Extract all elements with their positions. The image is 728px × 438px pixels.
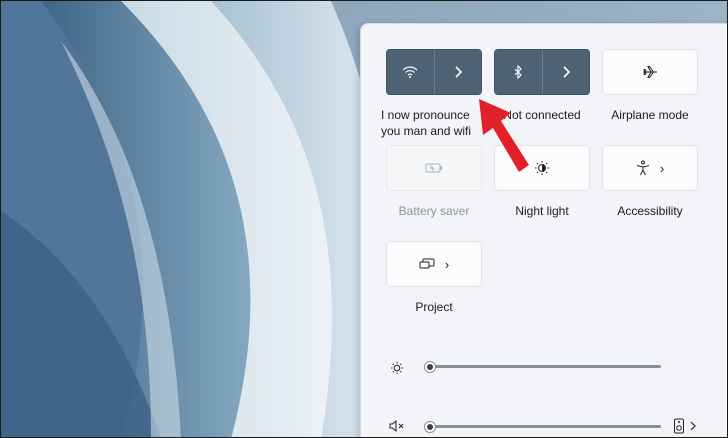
bluetooth-expand-button[interactable]	[542, 50, 589, 94]
airplane-mode-label: Airplane mode	[611, 108, 689, 122]
brightness-slider-track[interactable]	[429, 365, 661, 368]
project-icon	[419, 258, 435, 269]
volume-slider-thumb[interactable]	[424, 421, 436, 433]
bluetooth-tile[interactable]	[494, 49, 590, 95]
screen: I now pronounce you man and wifi Not con…	[0, 0, 728, 438]
accessibility-label: Accessibility	[617, 204, 683, 218]
brightness-slider-thumb[interactable]	[424, 361, 436, 373]
chevron-right-icon	[563, 66, 570, 78]
project-label: Project	[415, 300, 453, 314]
wifi-toggle[interactable]	[387, 50, 434, 94]
chevron-right-icon: ›	[444, 256, 450, 272]
battery-saver-label: Battery saver	[398, 204, 470, 218]
bluetooth-icon	[514, 65, 523, 79]
night-light-label: Night light	[515, 204, 569, 218]
chevron-right-icon	[455, 66, 462, 78]
chevron-right-icon: ›	[659, 160, 665, 176]
speaker-device-icon[interactable]	[673, 418, 685, 434]
muted-speaker-icon[interactable]	[389, 420, 405, 432]
project-tile[interactable]: ›	[386, 241, 482, 287]
volume-slider-track[interactable]	[429, 425, 661, 428]
accessibility-tile[interactable]: ›	[602, 145, 698, 191]
wifi-tile[interactable]	[386, 49, 482, 95]
accessibility-icon	[636, 160, 649, 176]
bluetooth-toggle[interactable]	[495, 50, 542, 94]
brightness-icon	[391, 362, 403, 374]
battery-saver-tile[interactable]	[386, 145, 482, 191]
chevron-right-icon[interactable]	[689, 421, 697, 431]
airplane-mode-tile[interactable]	[602, 49, 698, 95]
wifi-icon	[402, 66, 418, 78]
battery-saver-icon	[425, 163, 442, 173]
wifi-expand-button[interactable]	[434, 50, 481, 94]
airplane-icon	[643, 66, 657, 78]
quick-settings-panel: I now pronounce you man and wifi Not con…	[360, 23, 727, 437]
annotation-arrow-icon	[479, 99, 529, 172]
